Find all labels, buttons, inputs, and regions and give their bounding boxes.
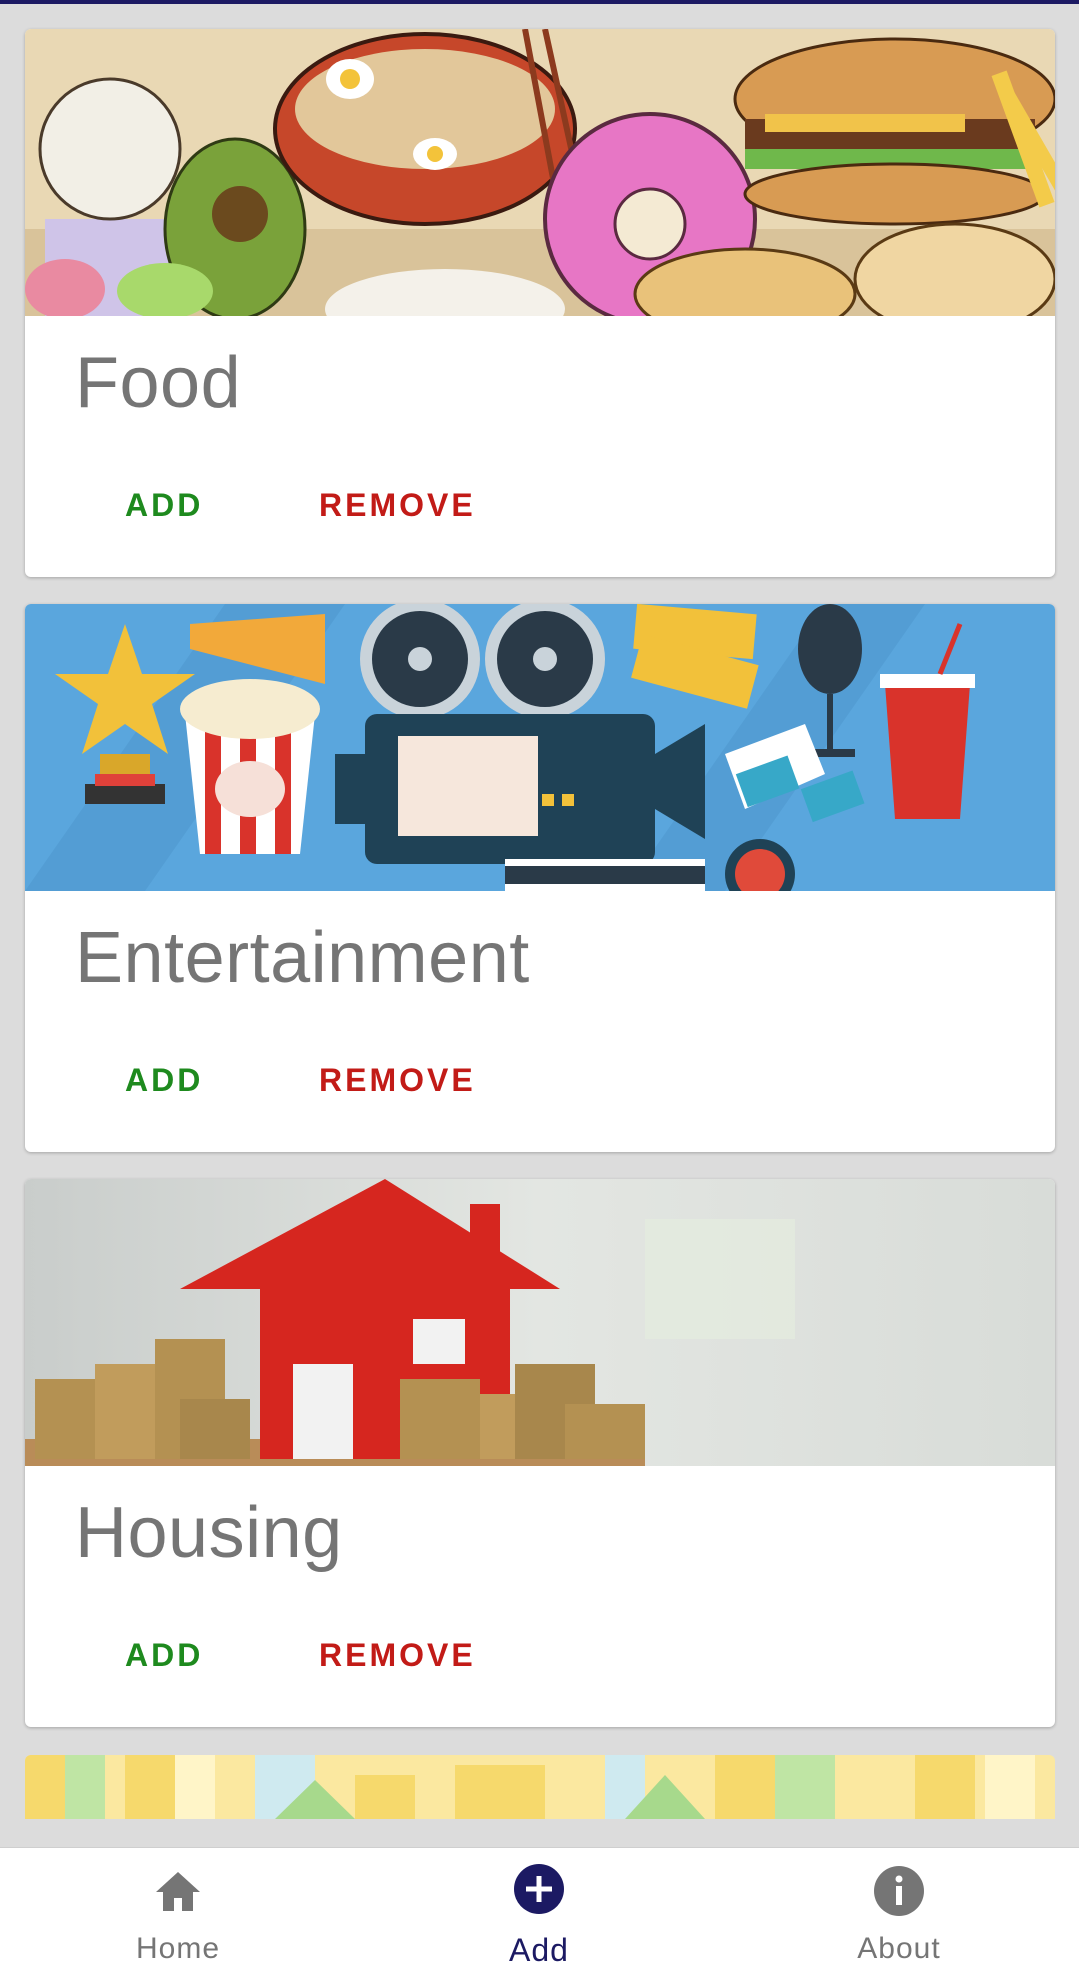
- category-card-entertainment: Entertainment ADD REMOVE: [25, 604, 1055, 1152]
- remove-button[interactable]: REMOVE: [289, 475, 506, 535]
- nav-about[interactable]: About: [799, 1848, 999, 1981]
- nav-add[interactable]: Add: [439, 1848, 639, 1981]
- food-collage-image: [25, 29, 1055, 316]
- nav-label-about: About: [857, 1932, 941, 1965]
- nav-label-add: Add: [509, 1932, 569, 1968]
- category-list[interactable]: Food ADD REMOVE Entertainment ADD REMOVE…: [0, 4, 1079, 1847]
- nav-home[interactable]: Home: [78, 1848, 278, 1981]
- add-button[interactable]: ADD: [95, 1625, 233, 1685]
- category-card-food: Food ADD REMOVE: [25, 29, 1055, 577]
- info-icon: [874, 1866, 924, 1916]
- remove-button[interactable]: REMOVE: [289, 1050, 506, 1110]
- bottom-navigation: Home Add About: [0, 1847, 1079, 1981]
- category-title: Entertainment: [75, 918, 530, 998]
- cinema-illustration-image: [25, 604, 1055, 891]
- category-card-housing: Housing ADD REMOVE: [25, 1179, 1055, 1727]
- add-circle-icon: [514, 1864, 564, 1914]
- category-title: Food: [75, 343, 242, 423]
- city-buildings-image: [25, 1755, 1055, 1819]
- nav-label-home: Home: [135, 1932, 221, 1965]
- remove-button[interactable]: REMOVE: [289, 1625, 506, 1685]
- add-button[interactable]: ADD: [95, 1050, 233, 1110]
- home-icon: [153, 1866, 203, 1916]
- add-button[interactable]: ADD: [95, 475, 233, 535]
- category-title: Housing: [75, 1493, 343, 1573]
- house-and-coins-image: [25, 1179, 1055, 1466]
